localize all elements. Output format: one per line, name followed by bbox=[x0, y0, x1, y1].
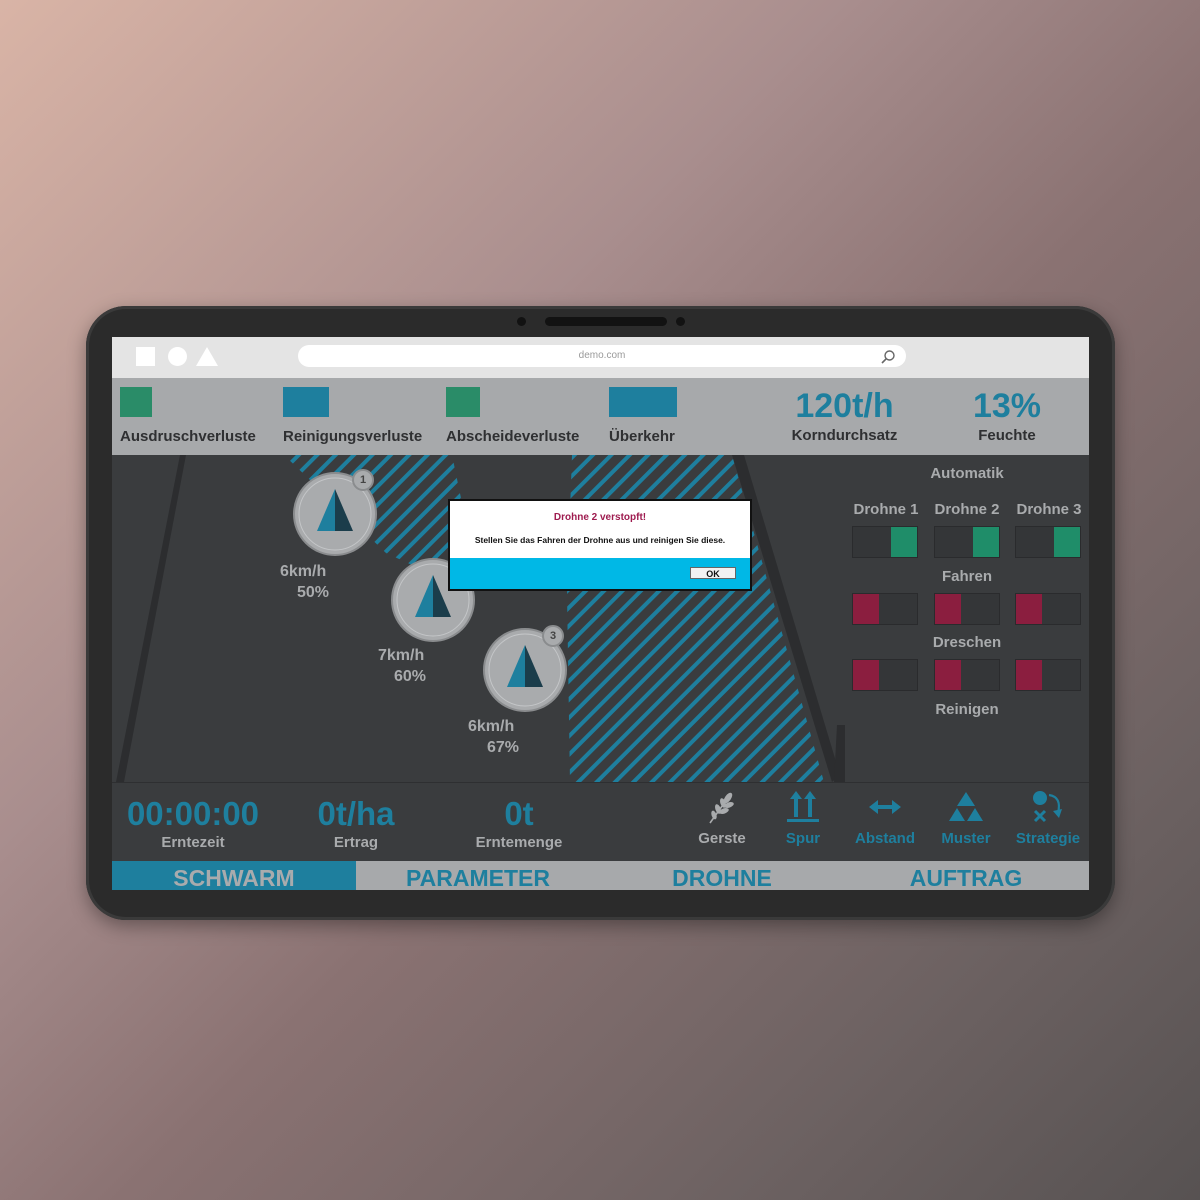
strategie-button[interactable]: Strategie bbox=[1011, 783, 1085, 858]
ueberkehr-indicator bbox=[609, 387, 677, 417]
feuchte-label: Feuchte bbox=[978, 427, 1036, 444]
distance-arrows-icon bbox=[869, 800, 901, 814]
app-screen: demo.com Ausdruschverluste Reinigungsver… bbox=[112, 337, 1089, 890]
erntezeit-value: 00:00:00 bbox=[126, 795, 260, 832]
toggle-knob bbox=[935, 660, 961, 690]
muster-button[interactable]: Muster bbox=[931, 783, 1001, 858]
url-text: demo.com bbox=[578, 350, 626, 361]
reinigen-toggle-drohne-3[interactable] bbox=[1015, 659, 1081, 691]
circle-window-icon[interactable] bbox=[168, 347, 187, 366]
alert-dialog: Drohne 2 verstopft! Stellen Sie das Fahr… bbox=[448, 499, 752, 591]
row-label-reinigen: Reinigen bbox=[935, 701, 999, 718]
reinigen-toggle-drohne-2[interactable] bbox=[934, 659, 1000, 691]
tab-bar: SCHWARM PARAMETER DROHNE AUFTRAG bbox=[112, 861, 1089, 890]
reinigung-indicator bbox=[283, 387, 329, 417]
abstand-label: Abstand bbox=[855, 830, 915, 847]
toggle-knob bbox=[1016, 660, 1042, 690]
fahren-toggle-drohne-1[interactable] bbox=[852, 526, 918, 558]
drone-3-speed: 6km/h bbox=[468, 718, 515, 735]
fahren-toggle-drohne-3[interactable] bbox=[1015, 526, 1081, 558]
drone-marker-3[interactable]: 3 bbox=[482, 625, 568, 713]
strategie-label: Strategie bbox=[1015, 830, 1081, 847]
muster-label: Muster bbox=[941, 830, 991, 847]
automatik-panel: Automatik Drohne 1 Drohne 2 Drohne 3 Fah… bbox=[845, 455, 1089, 782]
status-row: Ausdruschverluste Reinigungsverluste Abs… bbox=[112, 378, 1089, 455]
bottom-stats: 00:00:00 Erntezeit 0t/ha Ertrag 0t Ernte… bbox=[112, 782, 1089, 862]
korndurchsatz-value: 120t/h bbox=[795, 387, 894, 425]
track-arrows-icon bbox=[787, 791, 819, 822]
drone-2-speed: 7km/h bbox=[378, 647, 425, 664]
ertrag-value: 0t/ha bbox=[317, 795, 395, 832]
korndurchsatz-label: Korndurchsatz bbox=[791, 427, 898, 444]
toggle-knob bbox=[853, 594, 879, 624]
dialog-title: Drohne 2 verstopft! bbox=[553, 512, 647, 523]
dreschen-toggle-drohne-2[interactable] bbox=[934, 593, 1000, 625]
dreschen-toggle-drohne-3[interactable] bbox=[1015, 593, 1081, 625]
drone-marker-1[interactable]: 1 bbox=[292, 469, 378, 557]
triangle-window-icon[interactable] bbox=[196, 347, 218, 366]
dreschen-toggle-drohne-1[interactable] bbox=[852, 593, 918, 625]
drone-number-badge: 3 bbox=[542, 625, 564, 647]
row-label-dreschen: Dreschen bbox=[932, 634, 1002, 651]
ueberkehr-label: Überkehr bbox=[609, 428, 675, 445]
browser-bar: demo.com bbox=[112, 337, 1089, 378]
abscheide-label: Abscheideverluste bbox=[446, 428, 580, 445]
camera-dot-right bbox=[676, 317, 685, 326]
ausdrusch-label: Ausdruschverluste bbox=[120, 428, 256, 445]
row-label-fahren: Fahren bbox=[941, 568, 992, 585]
column-drohne-2: Drohne 2 bbox=[934, 501, 1000, 518]
dialog-message: Stellen Sie das Fahren der Drohne aus un… bbox=[474, 535, 726, 545]
tab-schwarm[interactable]: SCHWARM bbox=[112, 861, 356, 890]
reinigen-toggle-drohne-1[interactable] bbox=[852, 659, 918, 691]
erntezeit-label: Erntezeit bbox=[161, 834, 225, 851]
abstand-button[interactable]: Abstand bbox=[850, 783, 920, 858]
spur-button[interactable]: Spur bbox=[768, 783, 838, 858]
drone-1-speed: 6km/h bbox=[280, 563, 327, 580]
dialog-footer: OK bbox=[450, 558, 750, 589]
drone-1-percent: 50% bbox=[297, 584, 330, 601]
feuchte-value: 13% bbox=[972, 387, 1042, 425]
toggle-knob bbox=[1016, 594, 1042, 624]
toggle-knob bbox=[853, 660, 879, 690]
strategy-icon bbox=[1033, 791, 1062, 823]
toggle-knob bbox=[973, 527, 999, 557]
column-drohne-1: Drohne 1 bbox=[853, 501, 919, 518]
url-field[interactable]: demo.com bbox=[298, 345, 906, 367]
square-window-icon[interactable] bbox=[136, 347, 155, 366]
tab-drohne[interactable]: DROHNE bbox=[600, 861, 844, 890]
fahren-toggle-drohne-2[interactable] bbox=[934, 526, 1000, 558]
tab-parameter[interactable]: PARAMETER bbox=[356, 861, 600, 890]
panel-title: Automatik bbox=[930, 465, 1004, 482]
toggle-knob bbox=[1054, 527, 1080, 557]
pattern-triangles-icon bbox=[949, 792, 983, 821]
wheat-icon bbox=[709, 792, 734, 824]
abscheide-indicator bbox=[446, 387, 480, 417]
toggle-knob bbox=[935, 594, 961, 624]
spur-label: Spur bbox=[785, 830, 821, 847]
toggle-knob bbox=[891, 527, 917, 557]
camera-dot-left bbox=[517, 317, 526, 326]
erntemenge-value: 0t bbox=[504, 795, 534, 832]
drone-3-percent: 67% bbox=[487, 739, 520, 756]
column-drohne-3: Drohne 3 bbox=[1016, 501, 1082, 518]
reinigung-label: Reinigungsverluste bbox=[283, 428, 423, 445]
drone-2-percent: 60% bbox=[394, 668, 427, 685]
erntemenge-label: Erntemenge bbox=[475, 834, 563, 851]
ausdrusch-indicator bbox=[120, 387, 152, 417]
gerste-button[interactable]: Gerste bbox=[687, 783, 757, 858]
drone-number-badge: 1 bbox=[352, 469, 374, 491]
search-icon[interactable] bbox=[880, 349, 896, 365]
speaker-slot bbox=[545, 317, 667, 326]
tab-auftrag[interactable]: AUFTRAG bbox=[844, 861, 1088, 890]
gerste-label: Gerste bbox=[698, 830, 746, 847]
ertrag-label: Ertrag bbox=[333, 834, 379, 851]
ok-button[interactable]: OK bbox=[690, 567, 736, 579]
